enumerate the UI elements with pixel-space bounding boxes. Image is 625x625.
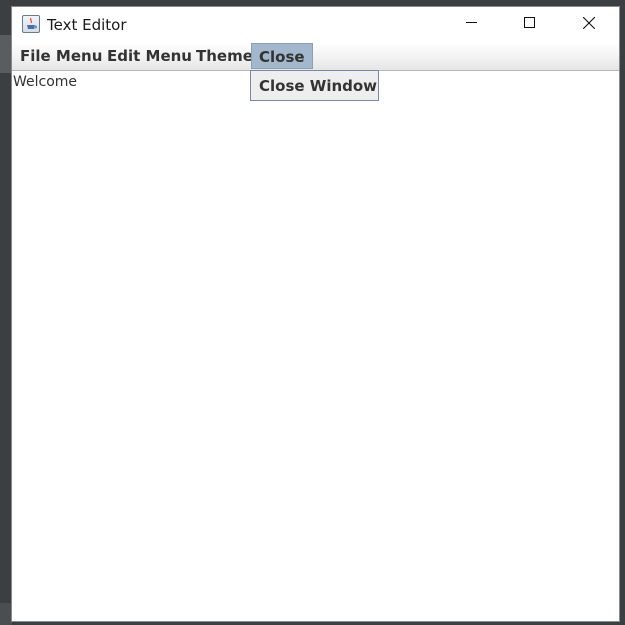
menu-edit[interactable]: Edit Menu: [100, 42, 199, 70]
window-title: Text Editor: [47, 16, 127, 34]
title-bar[interactable]: Text Editor: [12, 7, 619, 42]
minimize-button[interactable]: [443, 7, 501, 40]
editor-text-area[interactable]: Welcome: [12, 71, 619, 621]
java-app-icon: [22, 15, 40, 33]
minimize-icon: [466, 22, 477, 23]
menu-theme[interactable]: Theme: [189, 42, 260, 70]
close-window-button[interactable]: [560, 7, 618, 40]
menu-bar: File Menu Edit Menu Theme Close: [12, 42, 619, 71]
menu-file[interactable]: File Menu: [13, 42, 109, 70]
editor-content: Welcome: [13, 74, 78, 90]
menu-item-close-window[interactable]: Close Window: [259, 71, 377, 100]
maximize-button[interactable]: [501, 7, 559, 40]
maximize-icon: [524, 17, 535, 28]
menu-close[interactable]: Close: [251, 43, 313, 69]
text-editor-window: Text Editor File Menu Edit Menu Theme Cl…: [11, 6, 620, 622]
close-menu-dropdown: Close Window: [250, 70, 379, 101]
close-icon: [583, 17, 595, 29]
